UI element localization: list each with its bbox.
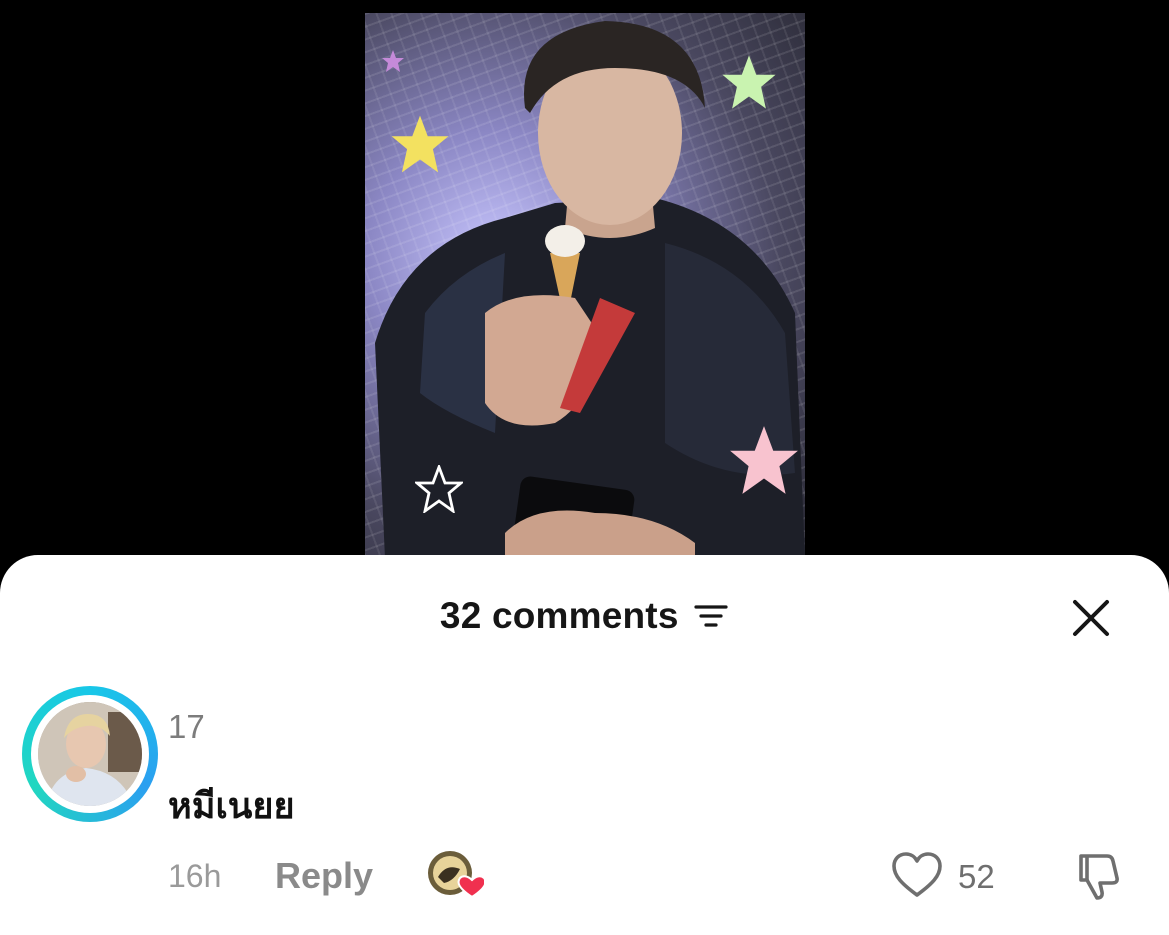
video-frame[interactable] bbox=[365, 13, 805, 558]
comment-timestamp: 16h bbox=[168, 858, 222, 894]
comment-text: หมีเนยย bbox=[168, 786, 295, 827]
comments-sheet: 32 comments 17 หมีเนยย 16h Reply 52 bbox=[0, 555, 1169, 935]
filter-icon[interactable] bbox=[693, 601, 729, 631]
creator-liked-heart-icon bbox=[428, 851, 484, 899]
star-sticker-icon bbox=[382, 50, 404, 72]
like-count: 52 bbox=[958, 858, 995, 895]
comment-count: 32 comments bbox=[439, 595, 679, 636]
avatar-inner bbox=[31, 695, 149, 813]
avatar-photo bbox=[38, 702, 142, 806]
star-sticker-icon bbox=[391, 115, 449, 173]
star-sticker-icon bbox=[730, 426, 798, 494]
comments-header: 32 comments bbox=[0, 595, 1169, 645]
close-icon[interactable] bbox=[1070, 597, 1112, 639]
heart-outline-icon[interactable] bbox=[890, 851, 944, 899]
star-sticker-icon bbox=[722, 55, 776, 109]
thumbs-down-icon[interactable] bbox=[1072, 850, 1124, 902]
comment-count-row: 32 comments bbox=[0, 595, 1169, 637]
avatar-person bbox=[38, 702, 142, 806]
star-sticker-icon bbox=[415, 465, 463, 513]
reply-button[interactable]: Reply bbox=[275, 855, 373, 897]
video-player[interactable] bbox=[0, 0, 1169, 570]
comment-username[interactable]: 17 bbox=[168, 708, 205, 746]
avatar[interactable] bbox=[22, 686, 158, 822]
